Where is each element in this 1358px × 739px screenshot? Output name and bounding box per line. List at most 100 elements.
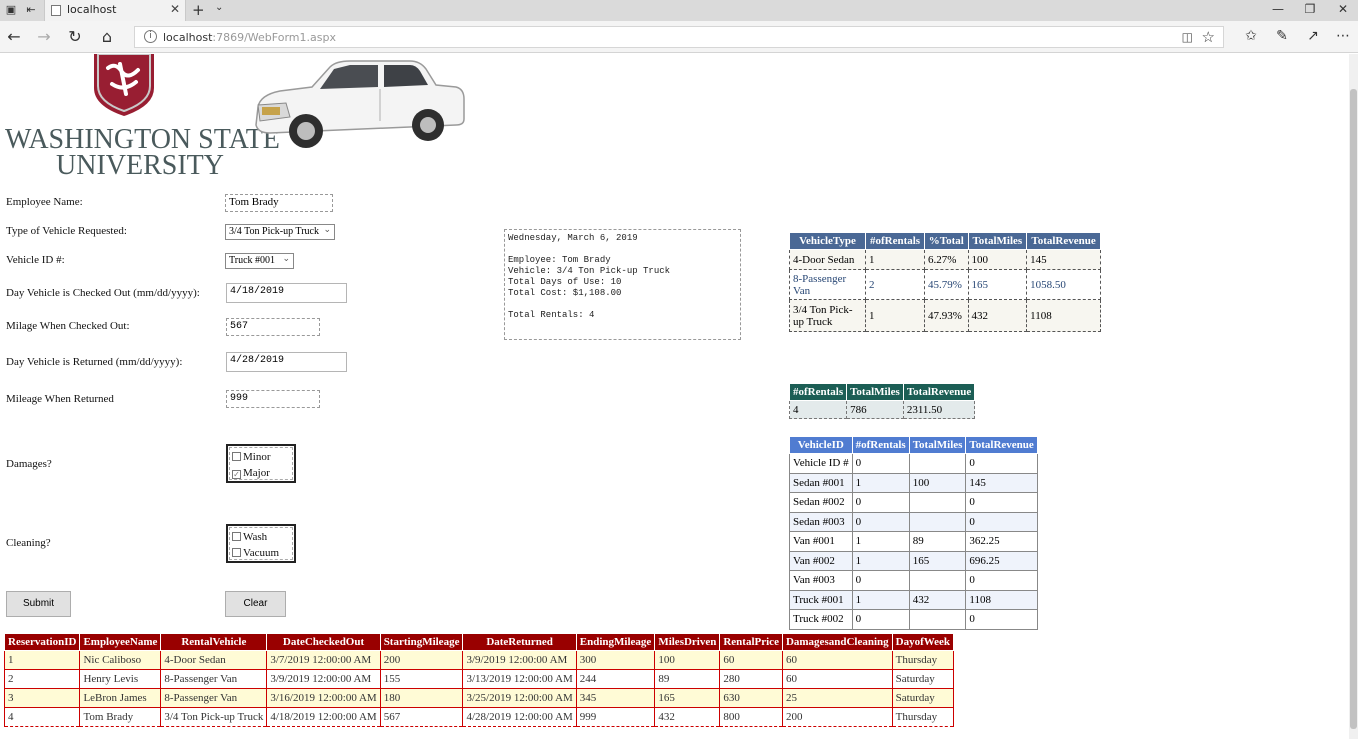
forward-icon[interactable]: → bbox=[34, 28, 54, 46]
column-header: DateCheckedOut bbox=[266, 633, 381, 651]
more-menu-icon[interactable]: ⋯ bbox=[1333, 28, 1353, 44]
table-cell: 89 bbox=[908, 531, 967, 552]
vehicle-type-label: Type of Vehicle Requested: bbox=[6, 225, 127, 237]
clear-button[interactable]: Clear bbox=[225, 591, 286, 617]
close-window-icon[interactable]: ✕ bbox=[1333, 2, 1353, 16]
mileage-returned-label: Mileage When Returned bbox=[6, 393, 114, 405]
table-cell: 100 bbox=[654, 650, 721, 670]
table-cell: Sedan #003 bbox=[789, 511, 853, 532]
column-header: EndingMileage bbox=[575, 633, 656, 651]
vehicle-type-select[interactable]: 3/4 Ton Pick-up Truck ⌄ bbox=[225, 224, 335, 240]
site-info-icon[interactable]: i bbox=[144, 30, 157, 43]
set-aside-tabs-icon[interactable]: ⇤ bbox=[24, 3, 38, 17]
vehicle-id-select[interactable]: Truck #001 ⌄ bbox=[225, 253, 294, 269]
table-cell: 3/4 Ton Pick-up Truck bbox=[789, 299, 866, 332]
milage-out-input[interactable]: 567 bbox=[226, 318, 320, 336]
column-header: EmployeeName bbox=[79, 633, 162, 651]
table-cell: Saturday bbox=[891, 688, 955, 708]
refresh-icon[interactable]: ↻ bbox=[65, 28, 85, 46]
table-cell: 0 bbox=[965, 609, 1038, 630]
employee-name-input[interactable]: Tom Brady bbox=[225, 194, 333, 212]
table-cell: 165 bbox=[967, 269, 1028, 300]
share-icon[interactable]: ↗ bbox=[1303, 28, 1323, 44]
table-row: 2 Henry Levis 8-Passenger Van 3/9/2019 12:0… bbox=[3, 669, 955, 689]
checkbox-checked-icon[interactable]: ✓ bbox=[232, 470, 241, 479]
damages-minor-label: Minor bbox=[243, 451, 271, 463]
table-cell: 200 bbox=[379, 650, 464, 670]
column-header: RentalPrice bbox=[719, 633, 783, 651]
favorite-star-icon[interactable]: ☆ bbox=[1202, 28, 1215, 46]
browser-tab[interactable]: localhost ✕ bbox=[44, 0, 186, 21]
cleaning-vacuum-label: Vacuum bbox=[243, 547, 280, 559]
table-cell: 999 bbox=[575, 707, 656, 727]
table-cell: 47.93% bbox=[924, 299, 969, 332]
address-input[interactable]: i localhost:7869/WebForm1.aspx ◫ ☆ bbox=[134, 26, 1224, 48]
table-cell: 200 bbox=[781, 707, 893, 727]
checkbox-icon[interactable] bbox=[232, 548, 241, 557]
notes-pen-icon[interactable]: ✎ bbox=[1272, 28, 1292, 44]
back-icon[interactable]: ← bbox=[4, 28, 24, 46]
table-cell: Van #003 bbox=[789, 570, 853, 591]
page-icon bbox=[51, 5, 61, 16]
column-header: MilesDriven bbox=[654, 633, 721, 651]
table-cell: 3/16/2019 12:00:00 AM bbox=[266, 688, 381, 708]
table-cell: 432 bbox=[908, 589, 967, 610]
table-cell: 145 bbox=[965, 472, 1038, 493]
cleaning-option-wash[interactable]: Wash bbox=[232, 529, 290, 545]
table-cell: 1 bbox=[864, 299, 926, 332]
close-tab-icon[interactable]: ✕ bbox=[170, 2, 180, 16]
summary-employee: Employee: Tom Brady bbox=[508, 255, 611, 265]
table-row: 8-Passenger Van 2 45.79% 165 1058.50 bbox=[789, 269, 1101, 300]
scrollbar-thumb[interactable] bbox=[1350, 89, 1357, 729]
table-row: 4 786 2311.50 bbox=[788, 400, 976, 419]
reading-view-icon[interactable]: ◫ bbox=[1182, 30, 1193, 44]
return-date-input[interactable]: 4/28/2019 bbox=[226, 352, 347, 372]
cleaning-option-vacuum[interactable]: Vacuum bbox=[232, 545, 290, 561]
favorites-icon[interactable]: ✩ bbox=[1241, 28, 1261, 44]
table-row: Truck #001 1 432 1108 bbox=[789, 589, 1038, 610]
column-header: TotalRevenue bbox=[1026, 232, 1101, 250]
chevron-down-icon: ⌄ bbox=[323, 225, 331, 235]
table-row: 4-Door Sedan 1 6.27% 100 145 bbox=[789, 249, 1101, 270]
mileage-returned-input[interactable]: 999 bbox=[226, 390, 320, 408]
table-row: Truck #002 0 0 bbox=[789, 609, 1038, 630]
damages-option-minor[interactable]: Minor bbox=[232, 449, 290, 465]
damages-option-major[interactable]: ✓ Major bbox=[232, 465, 290, 481]
table-cell: Van #002 bbox=[789, 550, 853, 571]
table-cell: 800 bbox=[719, 707, 783, 727]
vehicle-id-selected: Truck #001 bbox=[229, 255, 276, 266]
column-header: StartingMileage bbox=[379, 633, 464, 651]
checkout-date-input[interactable]: 4/18/2019 bbox=[226, 283, 347, 303]
restore-icon[interactable]: ❐ bbox=[1300, 2, 1320, 16]
employee-name-label: Employee Name: bbox=[6, 196, 83, 208]
table-cell: 432 bbox=[967, 299, 1028, 332]
table-row: 3/4 Ton Pick-up Truck 1 47.93% 432 1108 bbox=[789, 299, 1101, 332]
home-icon[interactable]: ⌂ bbox=[97, 28, 117, 46]
table-row: Vehicle ID #0 0 bbox=[789, 453, 1038, 474]
minimize-icon[interactable]: — bbox=[1268, 2, 1288, 16]
table-cell: 0 bbox=[965, 570, 1038, 591]
table-cell: 165 bbox=[654, 688, 721, 708]
column-header: DateReturned bbox=[462, 633, 577, 651]
address-bar-row: ← → ↻ ⌂ i localhost:7869/WebForm1.aspx ◫… bbox=[0, 21, 1358, 53]
checkbox-icon[interactable] bbox=[232, 532, 241, 541]
page-scrollbar[interactable] bbox=[1349, 54, 1358, 739]
summary-cost: Total Cost: $1,108.00 bbox=[508, 288, 622, 298]
summary-rentals: Total Rentals: 4 bbox=[508, 310, 595, 320]
chevron-down-icon[interactable]: ⌄ bbox=[215, 2, 223, 13]
table-cell: 0 bbox=[965, 492, 1038, 513]
table-cell: 45.79% bbox=[924, 269, 969, 300]
wsu-shield-logo bbox=[94, 54, 154, 116]
table-cell: Thursday bbox=[891, 707, 955, 727]
table-cell: 2 bbox=[3, 669, 81, 689]
tab-actions-icon[interactable]: ▣ bbox=[4, 3, 18, 17]
return-date-label: Day Vehicle is Returned (mm/dd/yyyy): bbox=[6, 356, 183, 368]
table-cell: 280 bbox=[719, 669, 783, 689]
cleaning-label: Cleaning? bbox=[6, 537, 51, 549]
checkbox-icon[interactable] bbox=[232, 452, 241, 461]
summary-days: Total Days of Use: 10 bbox=[508, 277, 622, 287]
table-cell: 1058.50 bbox=[1026, 269, 1101, 300]
submit-button[interactable]: Submit bbox=[6, 591, 71, 617]
new-tab-icon[interactable]: + bbox=[192, 1, 205, 19]
table-cell: 1 bbox=[851, 550, 910, 571]
